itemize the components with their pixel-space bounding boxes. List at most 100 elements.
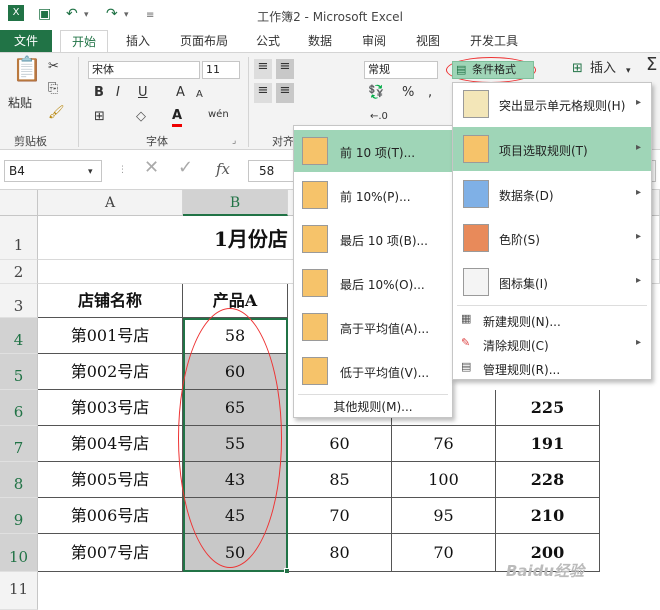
- store-name-cell[interactable]: 第003号店: [38, 390, 183, 426]
- font-dialog-launcher-icon[interactable]: ⌟: [232, 133, 236, 149]
- row-header-7[interactable]: 7: [0, 426, 38, 462]
- comma-button[interactable]: ,: [428, 85, 432, 101]
- col-c-cell[interactable]: 60: [288, 426, 392, 462]
- menu-item-bottom-10-percent[interactable]: 最后 10%(O)...: [294, 262, 452, 304]
- tab-view[interactable]: 视图: [408, 30, 448, 52]
- row-header-6[interactable]: 6: [0, 390, 38, 426]
- tab-file[interactable]: 文件: [0, 30, 52, 52]
- menu-item-highlight-rules[interactable]: 突出显示单元格规则(H) ▸: [453, 83, 651, 125]
- window-title: 工作簿2 - Microsoft Excel: [257, 10, 403, 24]
- row-header-11[interactable]: 11: [0, 572, 38, 610]
- conditional-format-icon: ▤: [456, 63, 467, 76]
- border-icon[interactable]: ⊞: [94, 109, 105, 125]
- col-d-cell[interactable]: 100: [392, 462, 496, 498]
- menu-item-bottom-10[interactable]: 最后 10 项(B)...: [294, 218, 452, 260]
- tab-formulas[interactable]: 公式: [248, 30, 288, 52]
- tab-review[interactable]: 审阅: [354, 30, 394, 52]
- color-scales-icon: [463, 224, 489, 252]
- store-name-cell[interactable]: 第006号店: [38, 498, 183, 534]
- font-shrink-icon[interactable]: A: [196, 87, 203, 103]
- row-header-5[interactable]: 5: [0, 354, 38, 390]
- bold-button[interactable]: B: [94, 85, 104, 101]
- cancel-icon[interactable]: ✕: [144, 159, 159, 177]
- tab-developer[interactable]: 开发工具: [462, 30, 526, 52]
- name-box-dropdown-icon[interactable]: ▾: [88, 164, 93, 180]
- menu-item-new-rule[interactable]: ▦ 新建规则(N)...: [453, 309, 651, 331]
- accounting-format-icon[interactable]: 💱: [368, 85, 384, 101]
- menu-item-icon-sets[interactable]: 图标集(I) ▸: [453, 261, 651, 303]
- row-header-2[interactable]: 2: [0, 260, 38, 284]
- menu-item-more-rules[interactable]: 其他规则(M)...: [294, 398, 452, 416]
- col-d-cell[interactable]: 95: [392, 498, 496, 534]
- number-format-select[interactable]: 常规: [364, 61, 438, 79]
- phonetic-button[interactable]: wén: [208, 107, 229, 123]
- insert-cells-label[interactable]: 插入: [590, 61, 616, 77]
- increase-decimal-icon[interactable]: ←.0: [370, 109, 388, 125]
- align-left-icon[interactable]: ≡: [254, 83, 272, 103]
- row-header-4[interactable]: 4: [0, 318, 38, 354]
- menu-item-top-10-percent[interactable]: 前 10%(P)...: [294, 174, 452, 216]
- format-painter-icon[interactable]: 🖌: [48, 105, 65, 121]
- font-grow-icon[interactable]: A: [176, 85, 185, 101]
- tab-page-layout[interactable]: 页面布局: [172, 30, 236, 52]
- menu-item-top-10[interactable]: 前 10 项(T)...: [294, 130, 452, 172]
- row-header-8[interactable]: 8: [0, 462, 38, 498]
- top-10-icon: [302, 137, 328, 165]
- select-all-corner[interactable]: [0, 190, 38, 216]
- tab-home[interactable]: 开始: [60, 30, 108, 52]
- column-header-b[interactable]: B: [183, 190, 288, 216]
- store-name-cell[interactable]: 第005号店: [38, 462, 183, 498]
- percent-button[interactable]: %: [402, 85, 414, 101]
- font-size-select[interactable]: 11: [202, 61, 240, 79]
- conditional-format-button[interactable]: 条件格式 ▤: [452, 61, 534, 79]
- menu-item-manage-rules[interactable]: ▤ 管理规则(R)...: [453, 357, 651, 379]
- store-name-cell[interactable]: 第004号店: [38, 426, 183, 462]
- store-name-cell[interactable]: 第001号店: [38, 318, 183, 354]
- tab-insert[interactable]: 插入: [116, 30, 160, 52]
- menu-item-clear-rules[interactable]: ✎ 清除规则(C) ▸: [453, 333, 651, 355]
- insert-dropdown-icon[interactable]: ▾: [626, 63, 631, 79]
- font-name-select[interactable]: 宋体: [88, 61, 200, 79]
- insert-cells-icon[interactable]: ⊞: [572, 61, 583, 77]
- below-average-icon: [302, 357, 328, 385]
- fill-color-icon[interactable]: ◇: [136, 109, 146, 125]
- total-cell[interactable]: 191: [496, 426, 600, 462]
- align-top-icon[interactable]: ≡: [254, 59, 272, 79]
- paste-label[interactable]: 粘贴: [8, 95, 32, 111]
- store-name-cell[interactable]: 第007号店: [38, 534, 183, 572]
- menu-item-top-bottom-rules[interactable]: 项目选取规则(T) ▸: [453, 127, 651, 171]
- col-c-cell[interactable]: 80: [288, 534, 392, 572]
- menu-item-data-bars[interactable]: 数据条(D) ▸: [453, 173, 651, 215]
- paste-icon[interactable]: 📋: [12, 57, 42, 81]
- menu-item-below-average[interactable]: 低于平均值(V)...: [294, 350, 452, 392]
- col-d-cell[interactable]: 76: [392, 426, 496, 462]
- menu-item-color-scales[interactable]: 色阶(S) ▸: [453, 217, 651, 259]
- store-name-cell[interactable]: 第002号店: [38, 354, 183, 390]
- copy-icon[interactable]: ⎘: [48, 81, 58, 97]
- insert-function-button[interactable]: fx: [216, 161, 230, 177]
- column-header-a[interactable]: A: [38, 190, 183, 216]
- header-store-name[interactable]: 店铺名称: [38, 284, 183, 318]
- autosum-button[interactable]: Σ: [646, 56, 657, 74]
- total-cell[interactable]: 225: [496, 390, 600, 426]
- menu-item-label: 项目选取规则(T): [499, 144, 588, 158]
- total-cell[interactable]: 210: [496, 498, 600, 534]
- menu-item-above-average[interactable]: 高于平均值(A)...: [294, 306, 452, 348]
- tab-data[interactable]: 数据: [300, 30, 340, 52]
- row-header-10[interactable]: 10: [0, 534, 38, 572]
- total-cell[interactable]: 228: [496, 462, 600, 498]
- col-d-cell[interactable]: 70: [392, 534, 496, 572]
- underline-button[interactable]: U: [138, 85, 148, 101]
- row-header-9[interactable]: 9: [0, 498, 38, 534]
- enter-icon[interactable]: ✓: [178, 159, 193, 177]
- italic-button[interactable]: I: [116, 85, 120, 101]
- col-c-cell[interactable]: 85: [288, 462, 392, 498]
- font-color-button[interactable]: A: [172, 108, 183, 127]
- row-header-3[interactable]: 3: [0, 284, 38, 318]
- align-center-icon[interactable]: ≡: [276, 83, 294, 103]
- col-c-cell[interactable]: 70: [288, 498, 392, 534]
- align-middle-icon[interactable]: ≡: [276, 59, 294, 79]
- menu-item-label: 高于平均值(A)...: [340, 322, 430, 336]
- row-header-1[interactable]: 1: [0, 216, 38, 260]
- cut-icon[interactable]: ✂: [48, 59, 59, 75]
